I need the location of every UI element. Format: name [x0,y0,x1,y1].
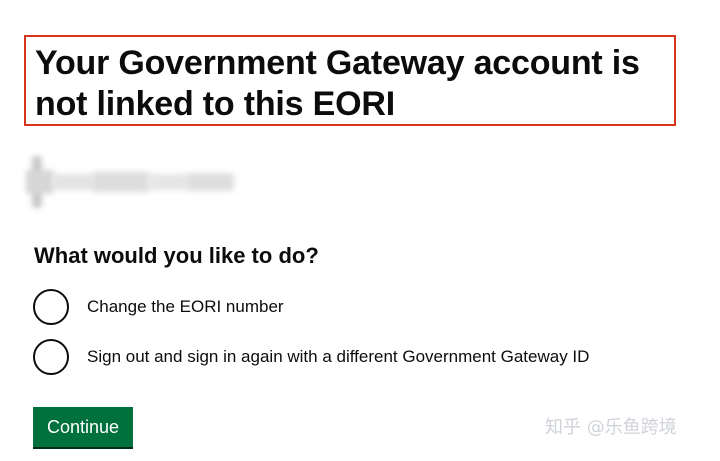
highlight-box: Your Government Gateway account is not l… [24,35,676,126]
page-title: Your Government Gateway account is not l… [35,44,640,123]
radio-button[interactable] [33,339,69,375]
watermark: 知乎 @乐鱼跨境 [545,417,677,438]
radio-sign-out[interactable]: Sign out and sign in again with a differ… [33,337,589,377]
radio-change-eori[interactable]: Change the EORI number [33,287,284,327]
radio-label[interactable]: Change the EORI number [87,296,284,318]
radio-label[interactable]: Sign out and sign in again with a differ… [87,346,589,368]
question-heading: What would you like to do? [34,243,319,268]
continue-button[interactable]: Continue [33,407,133,447]
radio-button[interactable] [33,289,69,325]
redacted-eori-number [26,154,238,210]
